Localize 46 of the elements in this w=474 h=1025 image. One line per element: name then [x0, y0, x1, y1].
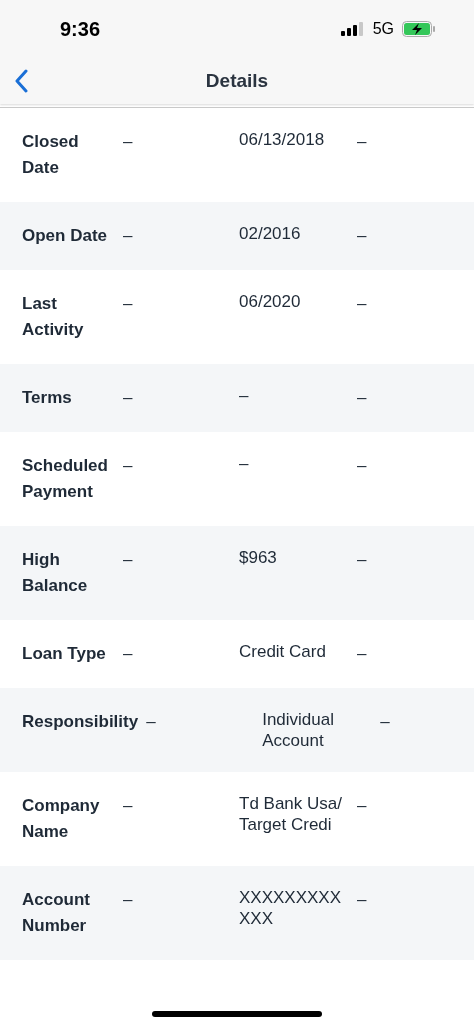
page-title: Details [205, 68, 269, 93]
row-label: Last Activity [22, 293, 85, 341]
row-value: Individual Account [262, 709, 335, 751]
row-value: – [123, 455, 134, 477]
row-label: Open Date [22, 225, 109, 247]
signal-icon [340, 22, 365, 36]
network-label: 5G [372, 19, 394, 39]
row-value: 06/2020 [239, 291, 302, 312]
battery-charging-icon [402, 21, 436, 37]
row-label: Closed Date [22, 131, 80, 179]
row-label: Scheduled Payment [22, 455, 109, 503]
row-value: – [357, 387, 367, 409]
row-label: Loan Type [22, 643, 107, 665]
row-value: – [357, 795, 367, 817]
row-value: – [239, 453, 250, 474]
row-label: High Balance [22, 549, 89, 597]
row-label: Account Number [22, 889, 91, 937]
row-value: 06/13/2018 [239, 129, 326, 150]
row-value: – [357, 549, 367, 571]
clock-time: 9:36 [60, 17, 101, 42]
row-value: – [146, 711, 157, 733]
row-value: – [123, 387, 134, 409]
row-label: Terms [22, 387, 73, 409]
row-value: – [357, 293, 367, 315]
row-label: Responsibility [22, 711, 140, 733]
row-value: – [357, 225, 367, 247]
row-value: – [123, 889, 134, 911]
row-value: – [357, 889, 367, 911]
row-value: XXXXXXXXXXXX [239, 887, 343, 929]
row-value: Credit Card [239, 641, 327, 662]
row-value: – [123, 549, 134, 571]
row-value: – [123, 795, 134, 817]
row-value: – [123, 293, 134, 315]
row-value: $963 [239, 547, 278, 568]
row-value: – [123, 225, 134, 247]
row-value: – [357, 643, 367, 665]
row-value: – [357, 455, 367, 477]
row-value: – [123, 131, 134, 153]
row-value: Td Bank Usa/ Target Credi [239, 793, 343, 835]
row-value: – [123, 643, 134, 665]
row-value: 02/2016 [239, 223, 302, 244]
row-label: Company Name [22, 795, 101, 843]
row-value: – [357, 131, 367, 153]
row-value: – [239, 385, 250, 406]
row-value: – [380, 711, 390, 733]
back-chevron-icon [14, 69, 28, 93]
